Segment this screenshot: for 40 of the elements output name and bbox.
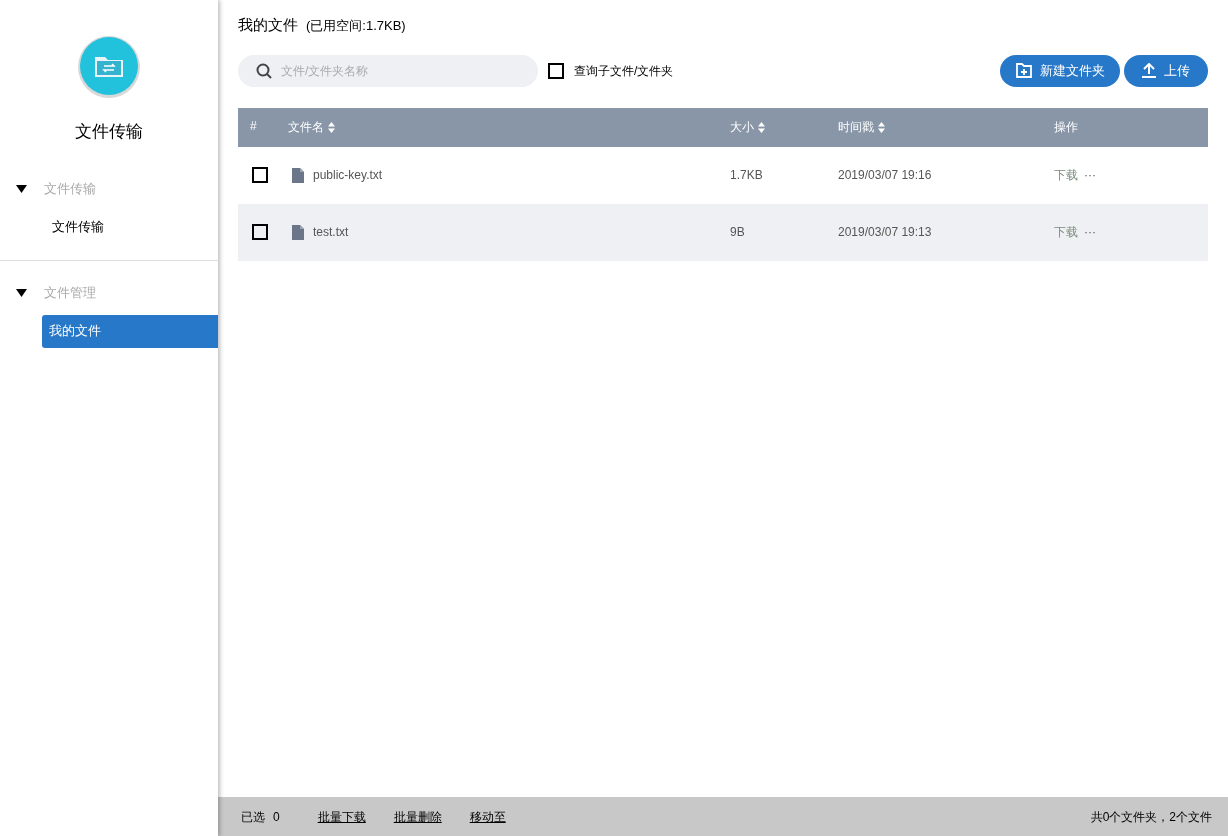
file-size: 9B: [730, 225, 745, 239]
file-name[interactable]: public-key.txt: [313, 166, 383, 184]
more-button[interactable]: ···: [1084, 223, 1096, 241]
search-icon: [256, 62, 272, 79]
storage-usage: (已用空间:1.7KB): [306, 17, 406, 35]
sidebar-item[interactable]: 我的文件: [42, 314, 218, 348]
checkbox-label[interactable]: 查询子文件/文件夹: [574, 61, 674, 80]
row-checkbox[interactable]: [252, 224, 268, 240]
sort-icon[interactable]: [758, 121, 765, 133]
file-timestamp: 2019/03/07 19:13: [838, 225, 932, 239]
footer-action-link[interactable]: 移动至: [469, 807, 506, 826]
app-logo-icon: [77, 35, 141, 99]
checkbox[interactable]: [548, 62, 564, 79]
sort-icon[interactable]: [878, 121, 885, 133]
selected-label: 已选: [241, 808, 265, 826]
column-header: #: [250, 117, 257, 135]
download-link[interactable]: 下载: [1054, 223, 1078, 241]
footer-action-link[interactable]: 批量删除: [393, 807, 442, 826]
file-icon: [292, 224, 304, 240]
file-timestamp: 2019/03/07 19:16: [838, 168, 932, 182]
column-header: 操作: [1054, 119, 1078, 136]
search-field[interactable]: 文件/文件夹名称: [238, 54, 538, 87]
selected-count: 0: [273, 808, 280, 826]
sort-icon[interactable]: [328, 121, 335, 133]
upload-button[interactable]: 上传: [1124, 54, 1208, 87]
file-name[interactable]: test.txt: [313, 223, 349, 241]
file-icon: [292, 167, 304, 183]
table-row[interactable]: test.txt 9B 2019/03/07 19:13 下载 ···: [238, 203, 1208, 261]
download-link[interactable]: 下载: [1054, 166, 1078, 184]
row-checkbox[interactable]: [252, 167, 268, 183]
new-folder-button[interactable]: 新建文件夹: [1000, 54, 1120, 87]
file-size: 1.7KB: [730, 168, 763, 182]
folder-plus-icon: [1015, 63, 1032, 78]
file-count-summary: 共0个文件夹，2个文件: [1090, 808, 1212, 826]
more-button[interactable]: ···: [1084, 166, 1096, 184]
app-title: 文件传输: [75, 121, 143, 143]
upload-icon: [1142, 63, 1156, 78]
footer-action-link[interactable]: 批量下载: [317, 807, 366, 826]
page-title: 我的文件: [238, 15, 298, 35]
sidebar-item[interactable]: 文件传输: [42, 210, 218, 244]
